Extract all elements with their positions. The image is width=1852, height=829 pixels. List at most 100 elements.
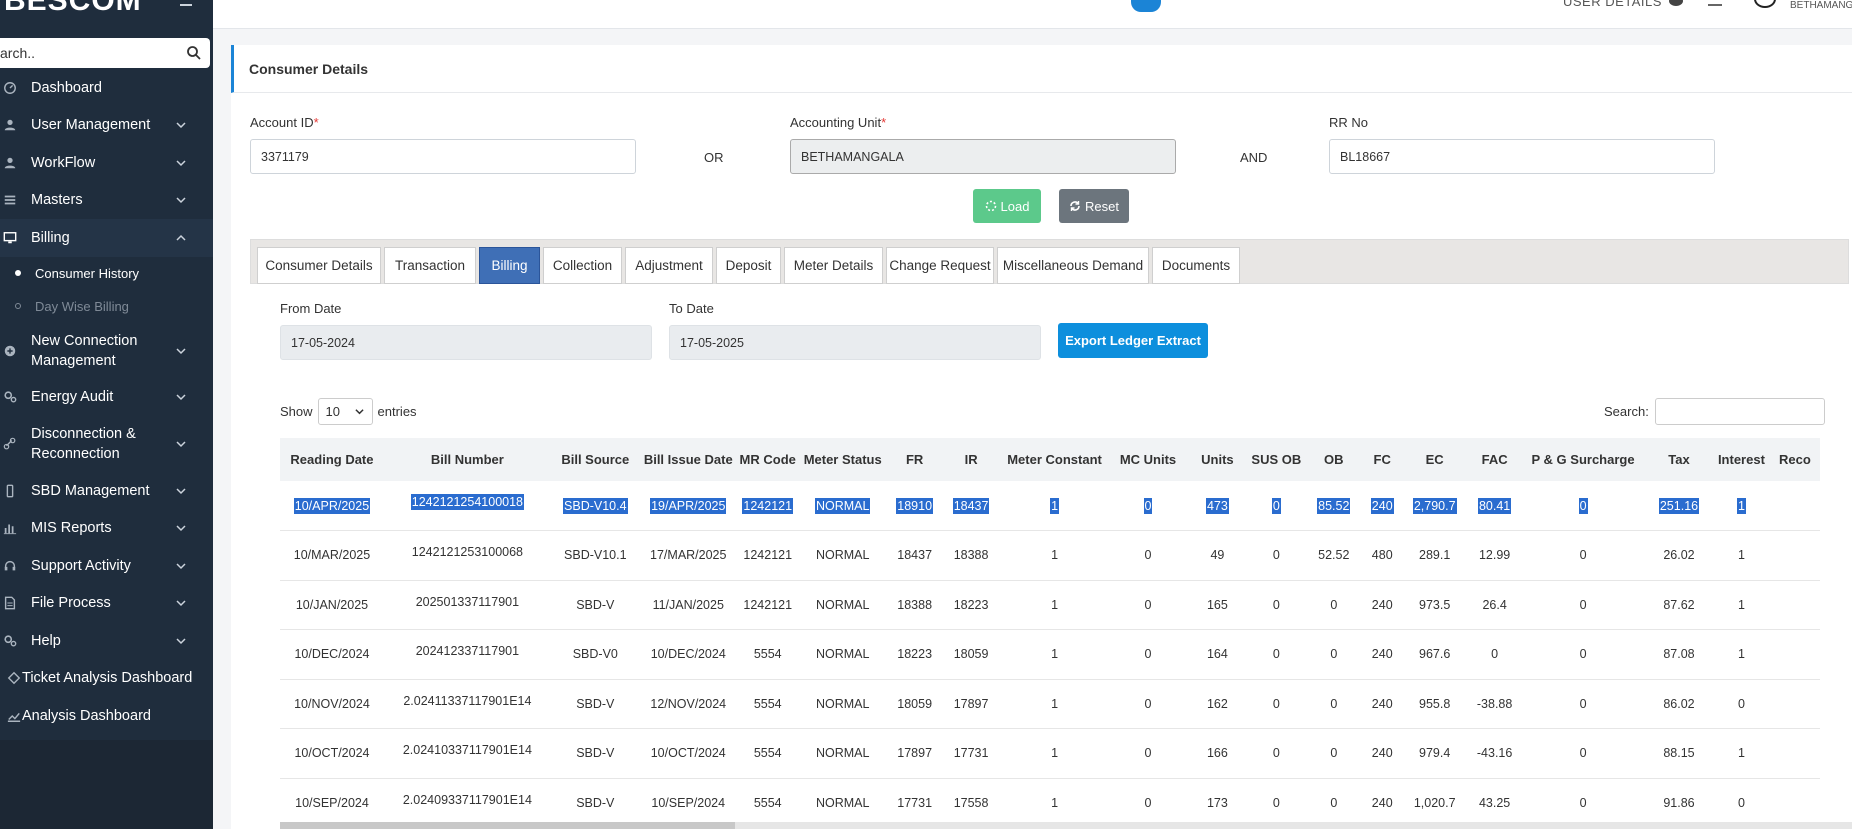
chevron-down-icon (354, 409, 364, 415)
table-row[interactable]: 10/APR/2025 1242121254100018 SBD-V10.4 19/A… (280, 481, 1820, 531)
sidebar-item-support-activity[interactable]: Support Activity (0, 547, 213, 585)
table-row[interactable]: 10/DEC/2024 202412337117901 SBD-V0 10/DEC/2… (280, 629, 1820, 680)
column-header-p-g-surcharge[interactable]: P & G Surcharge (1521, 438, 1646, 481)
sidebar-subitem-day-wise-billing[interactable]: Day Wise Billing (0, 290, 213, 323)
table-cell: 18059 (886, 679, 943, 729)
column-header-sus-ob[interactable]: SUS OB (1248, 438, 1305, 481)
tab-miscellaneous-demand[interactable]: Miscellaneous Demand (997, 247, 1149, 284)
tab-collection[interactable]: Collection (543, 247, 622, 284)
spinner-icon (985, 200, 996, 212)
column-header-ir[interactable]: IR (942, 438, 1000, 481)
table-cell: 0 (1248, 580, 1305, 630)
table-cell: 0 (1304, 629, 1364, 680)
column-header-mr-code[interactable]: MR Code (736, 438, 799, 481)
column-header-interest[interactable]: Interest (1712, 438, 1770, 481)
table-cell: 0 (1109, 481, 1187, 531)
column-header-units[interactable]: Units (1186, 438, 1249, 481)
sidebar-item-disconnection-reconnection[interactable]: Disconnection & Reconnection (0, 416, 213, 472)
tab-consumer-details[interactable]: Consumer Details (257, 247, 381, 284)
sidebar-search-input[interactable] (0, 38, 180, 68)
sidebar-item-label: File Process (31, 595, 111, 612)
sidebar-item-workflow[interactable]: WorkFlow (0, 144, 213, 182)
table-cell: 1242121 (736, 580, 799, 630)
sidebar-item-masters[interactable]: Masters (0, 182, 213, 220)
sidebar-item-mis-reports[interactable]: MIS Reports (0, 510, 213, 548)
sidebar-item-ticket-analysis-dashboard[interactable]: Ticket Analysis Dashboard (0, 660, 213, 698)
column-header-reading-date[interactable]: Reading Date (280, 438, 384, 481)
cell-value: 10/JAN/2025 (295, 597, 369, 612)
rr-no-field[interactable]: BL18667 (1329, 139, 1715, 174)
sidebar-item-help[interactable]: Help (0, 622, 213, 660)
sidebar-item-label: Analysis Dashboard (22, 707, 151, 724)
cell-value: 18910 (896, 497, 934, 514)
sidebar-subitem-consumer-history[interactable]: Consumer History (0, 257, 213, 290)
column-header-bill-source[interactable]: Bill Source (550, 438, 640, 481)
from-date-field[interactable]: 17-05-2024 (280, 325, 652, 360)
cell-value: 0 (1579, 746, 1587, 761)
chevron-down-icon (176, 394, 186, 401)
column-header-reco[interactable]: Reco (1769, 438, 1820, 481)
info-icon[interactable] (1669, 0, 1683, 6)
user-details-label[interactable]: USER DETAILS (1563, 0, 1662, 9)
table-row[interactable]: 10/MAR/2025 1242121253100068 SBD-V10.1 17/M… (280, 530, 1820, 581)
table-cell: 0 (1304, 778, 1364, 828)
cell-value: 0 (1579, 696, 1587, 711)
table-row[interactable]: 10/NOV/2024 2.02411337117901E14 SBD-V 12/NO… (280, 679, 1820, 729)
to-date-field[interactable]: 17-05-2025 (669, 325, 1041, 360)
tab-deposit[interactable]: Deposit (716, 247, 781, 284)
tab-transaction[interactable]: Transaction (384, 247, 476, 284)
table-cell: 1 (1712, 580, 1770, 630)
table-search-input[interactable] (1654, 398, 1825, 425)
column-header-bill-number[interactable]: Bill Number (383, 438, 551, 481)
load-button[interactable]: Load (973, 189, 1041, 223)
avatar-icon[interactable] (1754, 0, 1776, 8)
sidebar-item-label: Masters (31, 192, 83, 209)
cell-value: 0 (1272, 746, 1280, 761)
horizontal-scrollbar[interactable] (280, 822, 1852, 829)
cell-value: -38.88 (1476, 696, 1513, 711)
scrollbar-thumb[interactable] (280, 822, 735, 829)
column-header-mc-units[interactable]: MC Units (1109, 438, 1187, 481)
table-cell: 0 (1248, 629, 1305, 680)
column-header-meter-constant[interactable]: Meter Constant (999, 438, 1110, 481)
column-header-ec[interactable]: EC (1401, 438, 1469, 481)
tab-change-request[interactable]: Change Request (886, 247, 994, 284)
sidebar-item-file-process[interactable]: File Process (0, 585, 213, 623)
column-header-tax[interactable]: Tax (1645, 438, 1713, 481)
export-ledger-button[interactable]: Export Ledger Extract (1058, 323, 1208, 358)
table-row[interactable]: 10/OCT/2024 2.02410337117901E14 SBD-V 10/OC… (280, 728, 1820, 779)
bell-icon[interactable] (1708, 0, 1722, 6)
tab-meter-details[interactable]: Meter Details (784, 247, 883, 284)
column-header-fr[interactable]: FR (886, 438, 943, 481)
column-header-bill-issue-date[interactable]: Bill Issue Date (639, 438, 737, 481)
search-icon[interactable] (186, 45, 202, 61)
table-cell: 17/MAR/2025 (639, 530, 737, 581)
column-header-fc[interactable]: FC (1363, 438, 1402, 481)
table-cell: 26.02 (1645, 530, 1713, 581)
table-row[interactable]: 10/SEP/2024 2.02409337117901E14 SBD-V 10/SE… (280, 778, 1820, 828)
accounting-unit-field[interactable]: BETHAMANGALA (790, 139, 1176, 174)
hamburger-menu-icon[interactable] (180, 0, 192, 6)
column-header-fac[interactable]: FAC (1468, 438, 1522, 481)
sidebar-item-new-connection-management[interactable]: New Connection Management (0, 323, 213, 379)
sidebar-item-billing[interactable]: Billing (0, 219, 213, 257)
column-header-meter-status[interactable]: Meter Status (798, 438, 887, 481)
table-cell: 0 (1712, 679, 1770, 729)
column-header-ob[interactable]: OB (1304, 438, 1364, 481)
entries-select[interactable]: 10 (317, 398, 373, 425)
tab-documents[interactable]: Documents (1152, 247, 1240, 284)
sidebar-item-user-management[interactable]: User Management (0, 107, 213, 145)
sidebar-item-energy-audit[interactable]: Energy Audit (0, 379, 213, 417)
tab-adjustment[interactable]: Adjustment (625, 247, 713, 284)
cell-value: 1242121254100018 (410, 494, 524, 510)
sidebar-item-dashboard[interactable]: Dashboard (0, 69, 213, 107)
tab-billing[interactable]: Billing (479, 247, 540, 284)
sidebar-item-analysis-dashboard[interactable]: Analysis Dashboard (0, 697, 213, 735)
sidebar-item-sbd-management[interactable]: SBD Management (0, 472, 213, 510)
table-cell: 166 (1186, 728, 1249, 779)
table-cell: SBD-V (550, 580, 640, 630)
reset-button[interactable]: Reset (1059, 189, 1129, 223)
cell-value: 1 (1051, 696, 1059, 711)
table-row[interactable]: 10/JAN/2025 202501337117901 SBD-V 11/JAN/20… (280, 580, 1820, 630)
account-id-field[interactable]: 3371179 (250, 139, 636, 174)
